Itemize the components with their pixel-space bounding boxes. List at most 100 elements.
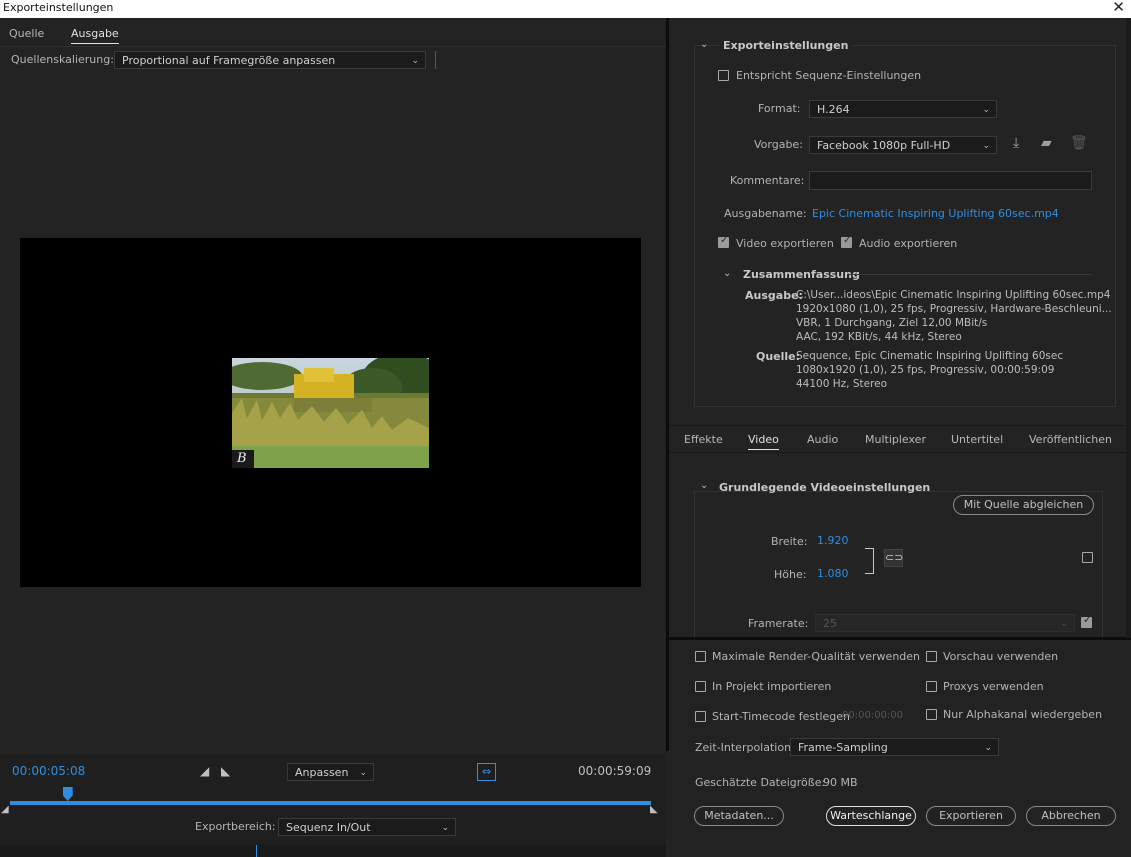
chevron-down-icon: ⌄ bbox=[411, 56, 419, 66]
window-title: Exporteinstellungen bbox=[3, 1, 114, 14]
framerate-label: Framerate: bbox=[748, 617, 809, 630]
time-interpolation-dropdown[interactable]: Frame-Sampling ⌄ bbox=[790, 738, 999, 756]
cancel-button[interactable]: Abbrechen bbox=[1026, 806, 1116, 826]
match-source-button[interactable]: Mit Quelle abgleichen bbox=[953, 495, 1094, 515]
tab-multiplexer[interactable]: Multiplexer bbox=[865, 433, 926, 446]
use-previews-label: Vorschau verwenden bbox=[943, 650, 1059, 663]
end-timecode: 00:00:59:09 bbox=[578, 764, 652, 778]
save-preset-icon[interactable]: ⤓ bbox=[1013, 135, 1019, 151]
tab-divider bbox=[0, 46, 666, 47]
estimated-size-label: Geschätzte Dateigröße: bbox=[695, 776, 826, 789]
start-timecode-value[interactable]: 00:00:00:00 bbox=[842, 710, 903, 721]
render-alpha-only-checkbox[interactable] bbox=[926, 709, 937, 720]
import-preset-icon[interactable]: ▰ bbox=[1041, 135, 1052, 151]
time-interpolation-value: Frame-Sampling bbox=[798, 741, 888, 754]
timeline-track[interactable] bbox=[10, 801, 651, 805]
tab-source[interactable]: Quelle bbox=[9, 27, 44, 40]
chevron-down-icon: ⌄ bbox=[982, 105, 990, 115]
export-audio-checkbox[interactable] bbox=[841, 235, 852, 248]
chevron-down-icon[interactable]: ⌄ bbox=[700, 480, 708, 491]
output-name-label: Ausgabename: bbox=[724, 207, 807, 220]
chevron-down-icon: ⌄ bbox=[1060, 619, 1068, 629]
range-value: Sequenz In/Out bbox=[286, 821, 371, 834]
format-dropdown[interactable]: H.264 ⌄ bbox=[809, 100, 997, 118]
chevron-down-icon: ⌄ bbox=[984, 743, 992, 753]
export-settings-panel: ⌄ Exporteinstellungen Entspricht Sequenz… bbox=[669, 18, 1131, 641]
summary-output-line: AAC, 192 KBit/s, 44 kHz, Stereo bbox=[796, 331, 962, 343]
preset-dropdown[interactable]: Facebook 1080p Full-HD ⌄ bbox=[809, 136, 997, 154]
tab-video[interactable]: Video bbox=[748, 433, 779, 450]
current-timecode[interactable]: 00:00:05:08 bbox=[12, 764, 85, 778]
status-strip bbox=[0, 845, 666, 857]
preview-panel: Quelle Ausgabe Quellenskalierung: Propor… bbox=[0, 18, 669, 751]
metadata-button[interactable]: Metadaten... bbox=[694, 806, 784, 826]
fit-dropdown[interactable]: Anpassen ⌄ bbox=[287, 763, 374, 781]
summary-output-line: VBR, 1 Durchgang, Ziel 12,00 MBit/s bbox=[796, 317, 988, 329]
tab-audio[interactable]: Audio bbox=[807, 433, 838, 446]
watermark-logo: B bbox=[237, 451, 247, 466]
set-start-timecode-checkbox[interactable] bbox=[695, 711, 706, 722]
height-value[interactable]: 1.080 bbox=[817, 567, 849, 580]
framerate-dropdown[interactable]: 25 ⌄ bbox=[815, 614, 1075, 632]
format-label: Format: bbox=[758, 102, 801, 115]
playhead-handle[interactable] bbox=[62, 787, 73, 801]
scaling-label: Quellenskalierung: bbox=[11, 53, 114, 66]
tab-output[interactable]: Ausgabe bbox=[71, 27, 119, 44]
use-proxies-checkbox[interactable] bbox=[926, 681, 937, 692]
summary-source-line: 1080x1920 (1,0), 25 fps, Progressiv, 00:… bbox=[796, 364, 1055, 376]
width-height-override-checkbox[interactable] bbox=[1082, 552, 1093, 563]
comments-label: Kommentare: bbox=[730, 174, 805, 187]
match-sequence-checkbox[interactable] bbox=[718, 70, 729, 81]
width-value[interactable]: 1.920 bbox=[817, 534, 849, 547]
out-point-marker-icon[interactable]: ◣ bbox=[650, 804, 658, 815]
framerate-override-checkbox[interactable] bbox=[1081, 615, 1092, 628]
summary-output-line: 1920x1080 (1,0), 25 fps, Progressiv, Har… bbox=[796, 303, 1112, 315]
scaling-dropdown[interactable]: Proportional auf Framegröße anpassen ⌄ bbox=[114, 51, 426, 69]
use-previews-checkbox[interactable] bbox=[926, 651, 937, 662]
tab-publish[interactable]: Veröffentlichen bbox=[1029, 433, 1112, 446]
mark-in-icon[interactable]: ◢ bbox=[200, 764, 209, 778]
link-icon[interactable]: ⊂⊃ bbox=[884, 549, 903, 567]
summary-rule bbox=[849, 274, 1092, 275]
aspect-toggle-icon[interactable]: ⇔ bbox=[477, 763, 496, 781]
range-dropdown[interactable]: Sequenz In/Out ⌄ bbox=[278, 818, 456, 836]
video-frame-thumbnail: B bbox=[232, 358, 429, 468]
video-basic-heading: Grundlegende Videoeinstellungen bbox=[719, 481, 931, 494]
in-point-marker-icon[interactable]: ◢ bbox=[1, 804, 9, 815]
max-render-quality-checkbox[interactable] bbox=[695, 651, 706, 662]
chevron-down-icon: ⌄ bbox=[441, 823, 449, 833]
scrollbar-track[interactable] bbox=[1126, 18, 1131, 638]
close-icon[interactable]: ✕ bbox=[1112, 0, 1125, 16]
video-frame-image bbox=[232, 358, 429, 468]
chevron-down-icon[interactable]: ⌄ bbox=[723, 268, 731, 279]
summary-source-line: Sequence, Epic Cinematic Inspiring Uplif… bbox=[796, 350, 1064, 362]
scaling-value: Proportional auf Framegröße anpassen bbox=[122, 54, 336, 67]
export-button[interactable]: Exportieren bbox=[926, 806, 1016, 826]
mark-out-icon[interactable]: ◣ bbox=[221, 764, 230, 778]
title-bar: Exporteinstellungen ✕ bbox=[0, 0, 1131, 18]
range-label: Exportbereich: bbox=[195, 820, 276, 833]
chevron-down-icon[interactable]: ⌄ bbox=[700, 39, 708, 50]
status-marker bbox=[256, 845, 257, 857]
queue-button[interactable]: Warteschlange bbox=[826, 806, 916, 826]
fit-value: Anpassen bbox=[295, 766, 349, 779]
width-label: Breite: bbox=[771, 535, 808, 548]
chevron-down-icon: ⌄ bbox=[982, 141, 990, 151]
framerate-value: 25 bbox=[823, 617, 837, 630]
toolbar-separator bbox=[435, 51, 436, 69]
export-video-checkbox[interactable] bbox=[718, 235, 729, 248]
tab-effects[interactable]: Effekte bbox=[684, 433, 723, 446]
delete-preset-icon[interactable]: 🗑 bbox=[1070, 135, 1088, 151]
aspect-link-bracket bbox=[865, 548, 874, 574]
summary-source-label: Quelle: bbox=[756, 350, 801, 363]
set-start-timecode-label: Start-Timecode festlegen bbox=[712, 710, 851, 723]
summary-output-line: C:\User...ideos\Epic Cinematic Inspiring… bbox=[796, 289, 1111, 301]
preset-label: Vorgabe: bbox=[754, 138, 803, 151]
use-proxies-label: Proxys verwenden bbox=[943, 680, 1044, 693]
render-alpha-only-label: Nur Alphakanal wiedergeben bbox=[943, 708, 1103, 721]
tab-captions[interactable]: Untertitel bbox=[951, 433, 1003, 446]
import-into-project-checkbox[interactable] bbox=[695, 681, 706, 692]
comments-input[interactable] bbox=[809, 171, 1092, 190]
time-interpolation-label: Zeit-Interpolation: bbox=[695, 741, 795, 754]
output-name-link[interactable]: Epic Cinematic Inspiring Uplifting 60sec… bbox=[812, 207, 1059, 220]
